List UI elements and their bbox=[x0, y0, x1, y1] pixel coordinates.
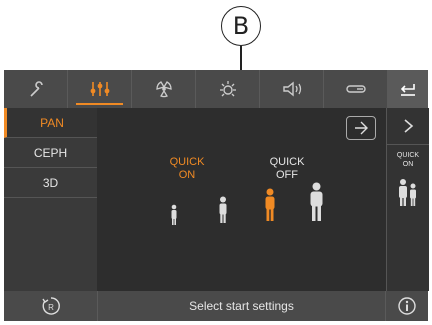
tab-key[interactable] bbox=[324, 70, 388, 108]
right-arrow-button[interactable] bbox=[387, 108, 429, 145]
mode-menu: PAN CEPH 3D bbox=[4, 108, 97, 291]
bottom-bar: R Select start settings bbox=[4, 291, 428, 321]
right-quick-on-label[interactable]: QUICK ON bbox=[387, 145, 429, 169]
right-panel: QUICK ON bbox=[386, 108, 429, 291]
quick-on-option[interactable]: QUICK ON bbox=[147, 156, 227, 182]
top-tab-bar bbox=[4, 70, 428, 108]
back-button[interactable] bbox=[388, 70, 428, 108]
mode-ceph[interactable]: CEPH bbox=[4, 138, 97, 168]
sliders-icon bbox=[90, 82, 109, 96]
enter-button[interactable] bbox=[346, 116, 376, 140]
status-text: Select start settings bbox=[189, 299, 294, 313]
wrench-icon bbox=[29, 81, 43, 97]
reset-button[interactable]: R bbox=[4, 291, 98, 321]
tab-settings[interactable] bbox=[68, 70, 132, 108]
light-icon bbox=[219, 81, 236, 97]
return-icon bbox=[400, 84, 415, 96]
tab-radiation[interactable] bbox=[132, 70, 196, 108]
tab-volume[interactable] bbox=[260, 70, 324, 108]
mode-pan[interactable]: PAN bbox=[4, 108, 97, 138]
tab-tools[interactable] bbox=[4, 70, 68, 108]
right-quick-on-line1: QUICK bbox=[396, 152, 420, 159]
key-icon bbox=[345, 85, 366, 93]
enter-icon bbox=[355, 121, 368, 135]
adult-medium-icon[interactable] bbox=[263, 188, 277, 222]
speaker-icon bbox=[282, 81, 301, 97]
quick-off-option[interactable]: QUICK OFF bbox=[247, 156, 327, 182]
patient-group-icon[interactable] bbox=[394, 177, 422, 207]
quick-off-line1: QUICK bbox=[269, 156, 305, 168]
child-small-icon[interactable] bbox=[169, 204, 179, 226]
radiation-icon bbox=[155, 81, 172, 98]
main-panel: QUICK ON QUICK OFF bbox=[97, 108, 386, 291]
callout-b: B bbox=[221, 6, 261, 46]
info-button[interactable] bbox=[385, 291, 428, 321]
quick-on-line1: QUICK bbox=[169, 156, 205, 168]
child-medium-icon[interactable] bbox=[217, 196, 229, 224]
quick-off-line2: OFF bbox=[276, 169, 298, 181]
quick-on-line2: ON bbox=[178, 169, 196, 181]
right-quick-on-line2: ON bbox=[402, 161, 414, 168]
tab-light[interactable] bbox=[196, 70, 260, 108]
info-icon bbox=[398, 297, 416, 315]
chevron-right-icon bbox=[404, 119, 414, 133]
svg-text:R: R bbox=[48, 303, 54, 312]
control-panel-screen: PAN CEPH 3D QUICK ON QUICK OFF QUICK ON … bbox=[4, 70, 429, 321]
adult-large-icon[interactable] bbox=[308, 182, 325, 222]
reset-icon: R bbox=[41, 297, 60, 315]
mode-3d[interactable]: 3D bbox=[4, 168, 97, 198]
